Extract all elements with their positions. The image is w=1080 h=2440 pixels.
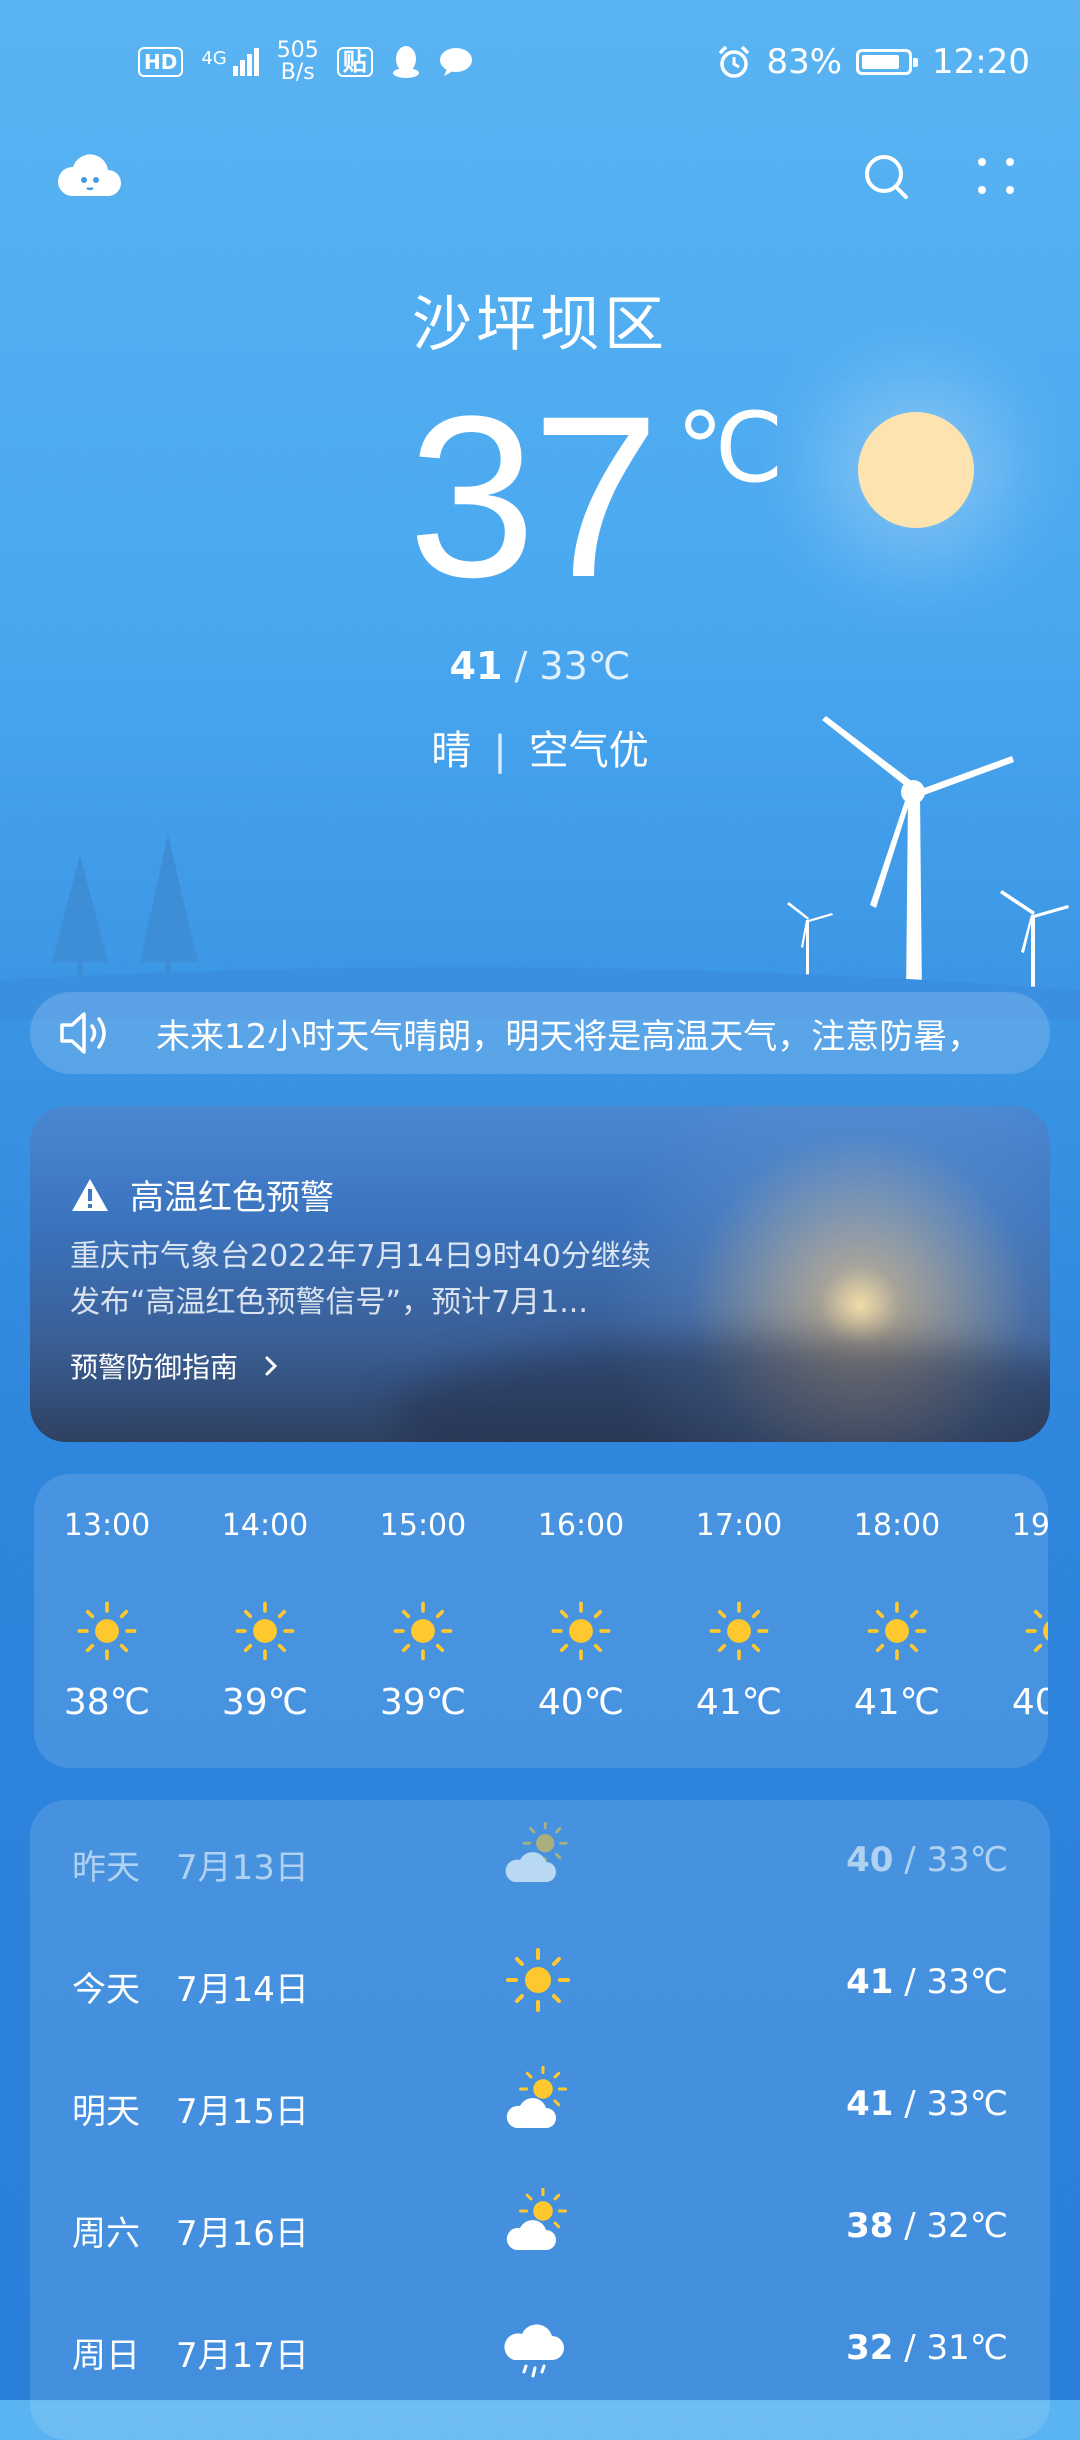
daily-high: 40 [846,1840,894,1880]
daily-high: 38 [846,2206,894,2246]
clock: 12:20 [932,42,1030,82]
temperature-unit: ℃ [676,395,784,502]
tie-app-icon: 贴 [336,47,373,77]
landscape-illustration [0,716,1080,1020]
hourly-temp: 38℃ [63,1682,151,1723]
daily-day: 明天 [72,2092,140,2132]
hourly-temp: 41℃ [695,1682,783,1723]
network-speed-unit: B/s [280,60,315,85]
daily-row[interactable]: 周日 7月17日 32 / 31℃ [30,2288,1050,2410]
tree-right-illustration [140,835,198,990]
alarm-icon [719,45,750,78]
hourly-time: 19:00 [1011,1508,1048,1543]
daily-temp-range: 32 / 31℃ [846,2328,1008,2368]
hourly-forecast[interactable]: 13:00 38℃ 14:00 39℃ 15:00 39℃ 16:00 40℃ … [34,1474,1048,1768]
daily-high: 41 [846,2084,894,2124]
battery-percent: 83% [766,42,843,82]
daily-row[interactable]: 昨天 7月13日 40 / 33℃ [30,1800,1050,1922]
warning-title: 高温红色预警 [130,1178,334,1218]
sun-icon [393,1601,453,1661]
daily-forecast[interactable]: 昨天 7月13日 40 / 33℃ 今天 7月14日 41 / 33℃ 明天 7… [30,1800,1050,2440]
today-temp-range: 41 / 33℃ [0,644,1080,688]
daily-date: 7月13日 [176,1848,309,1888]
sun-icon [551,1601,611,1661]
daily-low: / 33℃ [893,1962,1008,2002]
hourly-temp: 41℃ [853,1682,941,1723]
cloud-illustration [390,1336,1050,1442]
sun-icon [867,1601,927,1661]
network-speed-value: 505 [276,38,319,63]
today-low: / 33℃ [502,644,631,688]
sun-illustration [858,412,974,528]
current-temperature: 37 [408,368,660,625]
partly-cloudy-icon [506,2066,567,2128]
status-bar-right: 83% 12:20 [716,42,1030,82]
daily-high: 41 [846,1962,894,2002]
wind-turbine-large-illustration [822,716,1014,1000]
more-menu-icon[interactable] [972,152,1022,202]
daily-temp-range: 41 / 33℃ [846,2084,1008,2124]
daily-date: 7月17日 [176,2336,309,2376]
search-icon[interactable] [860,150,916,206]
daily-temp-range: 40 / 33℃ [846,1840,1008,1880]
sun-icon [506,1948,570,2012]
hourly-time: 17:00 [695,1508,783,1543]
hourly-time: 14:00 [221,1508,309,1543]
battery-icon [856,49,919,75]
chevron-right-icon [265,1356,278,1376]
daily-low: / 31℃ [893,2328,1008,2368]
status-bar-left: HD 4G 505 B/s 贴 [138,40,473,84]
daily-high: 32 [846,2328,894,2368]
rain-icon [504,2324,564,2378]
warning-guide-link[interactable]: 预警防御指南 [70,1346,278,1386]
chat-bubble-icon [439,48,472,76]
today-high: 41 [449,644,503,688]
hourly-temp: 40℃ [537,1682,625,1723]
hd-badge: HD [138,47,184,77]
speaker-icon[interactable] [58,1010,114,1056]
location-title[interactable]: 沙坪坝区 [0,276,1080,363]
hourly-temp: 40℃ [1011,1682,1048,1723]
partly-cloudy-icon [506,2188,567,2250]
sun-icon [709,1601,769,1661]
daily-row[interactable]: 今天 7月14日 41 / 33℃ [30,1922,1050,2044]
heat-warning-card[interactable]: 高温红色预警 重庆市气象台2022年7月14日9时40分继续发布“高温红色预警信… [30,1106,1050,1442]
cloudy-icon [505,1822,568,1882]
hourly-time: 18:00 [853,1508,941,1543]
warning-title-row: 高温红色预警 [70,1170,334,1219]
hourly-time: 16:00 [537,1508,625,1543]
warning-description: 重庆市气象台2022年7月14日9时40分继续发布“高温红色预警信号”，预计7月… [70,1239,651,1320]
daily-temp-range: 41 / 33℃ [846,1962,1008,2002]
qq-icon [392,46,419,78]
daily-day: 周六 [72,2214,140,2254]
daily-low: / 32℃ [893,2206,1008,2246]
weather-tip-banner[interactable]: 未来12小时天气晴朗，明天将是高温天气，注意防暑， [30,992,1050,1074]
daily-day: 昨天 [72,1848,140,1888]
hourly-temp: 39℃ [221,1682,309,1723]
daily-day: 周日 [72,2336,140,2376]
daily-date: 7月16日 [176,2214,309,2254]
daily-date: 7月15日 [176,2092,309,2132]
warning-triangle-icon [72,1178,108,1211]
daily-row[interactable]: 明天 7月15日 41 / 33℃ [30,2044,1050,2166]
daily-temp-range: 38 / 32℃ [846,2206,1008,2246]
daily-low: / 33℃ [893,1840,1008,1880]
tree-left-illustration [52,855,108,988]
hourly-temp: 39℃ [379,1682,467,1723]
hourly-time: 13:00 [63,1508,151,1543]
weather-tip-text: 未来12小时天气晴朗，明天将是高温天气，注意防暑， [156,1016,982,1057]
daily-low: / 33℃ [893,2084,1008,2124]
daily-day: 今天 [72,1970,140,2010]
daily-row[interactable]: 周六 7月16日 38 / 32℃ [30,2166,1050,2288]
hourly-time: 15:00 [379,1508,467,1543]
sun-icon [77,1601,137,1661]
network-speed: 505 B/s [277,40,319,84]
daily-date: 7月14日 [176,1970,309,2010]
weather-app-logo-icon[interactable] [58,150,122,200]
sun-icon [1025,1609,1048,1653]
signal-icon: 4G [201,48,259,76]
network-type: 4G [201,48,227,69]
warning-guide-label: 预警防御指南 [70,1351,239,1384]
sun-icon [235,1601,295,1661]
